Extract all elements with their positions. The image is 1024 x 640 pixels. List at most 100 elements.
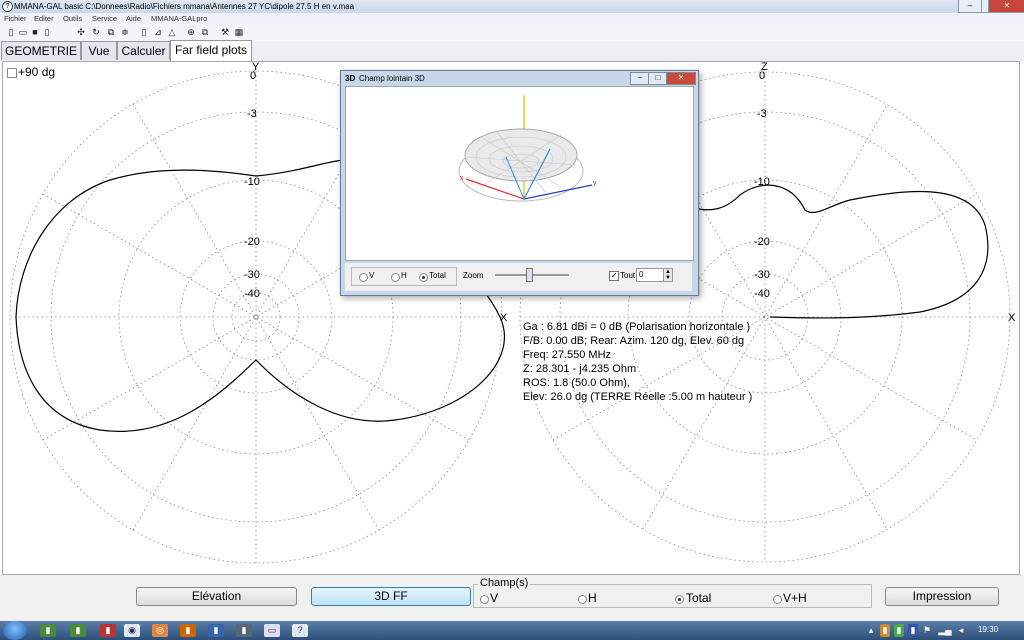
taskbar-app-3-icon[interactable]: ▮ [100,624,116,637]
radio-champ-v-label: V [490,591,499,605]
app-icon: ? [2,1,13,12]
rotate-icon[interactable]: ↻ [91,27,101,37]
tools-icon[interactable]: ⚒ [220,27,230,37]
db-label-3-right: -3 [757,108,767,120]
radio-champ-vh-label: V+H [783,591,807,605]
champs-group [473,584,872,608]
window-3d-maximize[interactable]: □ [648,72,668,85]
axis-3d-y: y [593,180,597,187]
start-button[interactable] [3,621,27,640]
radio-3d-v[interactable] [359,273,368,282]
db-label-40-right: -40 [754,288,770,300]
pattern-3d-render: x y [458,95,597,202]
taskbar-folder-icon[interactable]: ◉ [124,624,140,637]
elevation-button[interactable]: Elévation [136,587,297,606]
db-label-40-left: -40 [244,288,260,300]
info-icon[interactable]: ▯ [42,27,52,37]
tray-icon-4[interactable]: ▮ [908,624,918,637]
3d-ff-button[interactable]: 3D FF [311,587,471,606]
taskbar-app-8-icon[interactable]: ▮ [236,624,252,637]
menu-aide[interactable]: Aide [126,13,141,24]
tray-flag-icon[interactable]: ⚑ [922,624,932,637]
minimize-button[interactable]: – [958,0,982,13]
axis-z-label: Z [761,61,768,73]
axis-x-label-right: X [1008,312,1016,324]
open-icon[interactable]: ▭ [18,27,28,37]
radio-3d-total[interactable] [419,273,428,282]
window-3d-close[interactable]: ✕ [666,72,696,85]
radio-champ-total[interactable] [675,595,684,604]
tab-vue[interactable]: Vue [81,41,117,60]
db-label-3-left: -3 [247,108,257,120]
taskbar-app-6-icon[interactable]: ▮ [180,624,196,637]
tray-icon-1[interactable]: ▴ [866,624,876,637]
taskbar-app-2-icon[interactable]: ▮ [70,624,86,637]
info-impedance: Z: 28.301 - j4.235 Ohm [523,363,637,375]
db-label-30-right: -30 [754,269,770,281]
save-icon[interactable]: ■ [30,27,40,37]
taskbar-app-9-icon[interactable]: ▭ [264,624,280,637]
plus90-checkbox[interactable] [7,68,17,78]
menu-service[interactable]: Service [92,13,117,24]
info-fb: F/B: 0.00 dB; Rear: Azim. 120 dg, Elev. … [523,335,745,347]
duplicate-icon[interactable]: ⧉ [200,27,210,37]
window-3d-far-field[interactable]: 3D Champ lointain 3D – □ ✕ x y V H Total… [340,70,699,296]
tray-icon-3[interactable]: ▮ [894,624,904,637]
zoom-label: Zoom [463,271,484,280]
window-3d-badge: 3D [345,74,356,83]
elevation-pattern [694,184,989,319]
window-3d-minimize[interactable]: – [630,72,650,85]
window-3d-controls: V H Total Zoom ✓ Tout 0 ▲ ▼ [345,263,692,291]
champs-label: Champ(s) [478,577,531,589]
window-3d-viewport[interactable]: x y [345,86,694,261]
menu-editer[interactable]: Editer [34,13,54,24]
menu-fichier[interactable]: Fichier [4,13,27,24]
spin-input[interactable]: 0 [636,268,664,282]
spin-arrows[interactable]: ▲ ▼ [663,268,673,282]
taskbar-browser-icon[interactable]: ◎ [152,624,168,637]
tout-checkbox[interactable]: ✓ [609,271,619,281]
page-icon[interactable]: ▯ [139,27,149,37]
radio-champ-h[interactable] [578,595,587,604]
radio-champ-vh[interactable] [773,595,782,604]
tout-label: Tout [620,271,636,280]
window-title: MMANA-GAL basic C:\Donnees\Radio\Fichier… [14,2,355,11]
close-button[interactable]: ✕ [988,0,1024,13]
radio-champ-total-label: Total [686,591,712,605]
axis-y-label: Y [252,61,260,73]
axis-x-label-left: X [500,312,508,324]
tab-geometrie[interactable]: GEOMETRIE [1,41,81,60]
taskbar-clock: 19:30 [978,625,999,634]
move-icon[interactable]: ✣ [76,27,86,37]
menu-mmana-galpro[interactable]: MMANA-GALpro [151,13,207,24]
table-icon[interactable]: ▦ [234,27,244,37]
db-label-10-right: -10 [754,176,770,188]
zoom-slider-thumb[interactable] [526,268,533,282]
tab-calculer[interactable]: Calculer [117,41,170,60]
window-3d-title: Champ lointain 3D [359,74,425,83]
menu-outils[interactable]: Outils [63,13,82,24]
split-icon[interactable]: ≑ [120,27,130,37]
new-icon[interactable]: ▯ [6,27,16,37]
tab-far-field-plots[interactable]: Far field plots [170,40,252,61]
copy-icon[interactable]: ⧉ [106,27,116,37]
radio-3d-h[interactable] [391,273,400,282]
taskbar-mmana-icon[interactable]: ? [292,624,308,637]
info-elevation: Elev: 26.0 dg (TERRE Réelle :5.00 m haut… [523,391,753,403]
taskbar-app-1-icon[interactable]: ▮ [40,624,56,637]
radio-3d-total-label: Total [429,271,446,280]
triangle-icon[interactable]: △ [167,27,177,37]
info-swr: ROS: 1.8 (50.0 Ohm), [523,377,630,389]
tray-icon-2[interactable]: ▮ [880,624,890,637]
info-gain: Ga : 6.81 dBi = 0 dB (Polarisation horiz… [523,321,751,333]
target-icon[interactable]: ⊕ [186,27,196,37]
radio-champ-v[interactable] [480,595,489,604]
impression-button[interactable]: Impression [885,587,999,606]
db-label-30-left: -30 [244,269,260,281]
axis-3d-x: x [460,175,464,182]
tray-volume-icon[interactable]: ◂ [956,624,966,637]
taskbar-app-7-icon[interactable]: ▮ [208,624,224,637]
chart-icon[interactable]: ⊿ [153,27,163,37]
tray-network-icon[interactable]: ▂▄ [938,624,952,637]
plus90-label: +90 dg [18,65,56,79]
